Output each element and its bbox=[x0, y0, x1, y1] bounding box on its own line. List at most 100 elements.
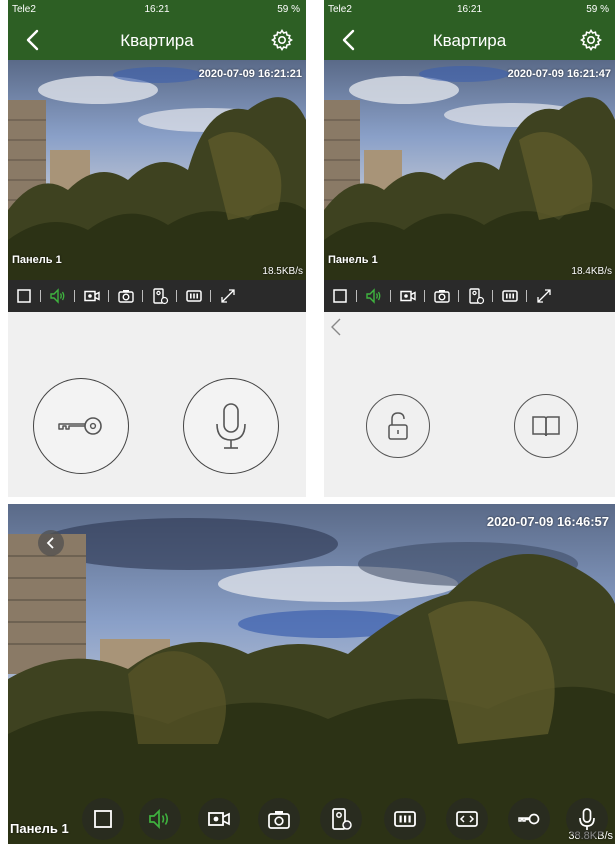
actions-area bbox=[8, 312, 306, 497]
key-unlock-icon bbox=[58, 417, 102, 435]
intercom-panel-icon bbox=[152, 288, 168, 305]
stream-quality-button[interactable] bbox=[384, 798, 426, 840]
fit-screen-icon bbox=[456, 811, 478, 827]
header-bar: Tele2 16:21 59 % Квартира bbox=[8, 0, 306, 60]
call-log-button[interactable] bbox=[514, 394, 578, 458]
stream-quality-button[interactable] bbox=[496, 280, 523, 312]
phone-screen-right: Tele2 16:21 59 % Квартира 2020-07-09 16:… bbox=[324, 0, 615, 497]
toolbar-divider bbox=[492, 290, 493, 302]
chevron-left-icon bbox=[46, 537, 54, 549]
intercom-panel-icon bbox=[468, 288, 484, 305]
intercom-panel-icon bbox=[332, 808, 352, 830]
intercom-panel-button[interactable] bbox=[320, 798, 362, 840]
intercom-panel-button[interactable] bbox=[146, 280, 173, 312]
camera-video-feed[interactable]: 2020-07-09 16:21:47 Панель 1 18.4KB/s bbox=[324, 60, 615, 280]
video-toolbar bbox=[324, 280, 615, 312]
intercom-panel-button[interactable] bbox=[462, 280, 489, 312]
video-toolbar bbox=[8, 280, 306, 312]
toolbar-divider bbox=[424, 290, 425, 302]
record-button[interactable] bbox=[394, 280, 421, 312]
record-button[interactable] bbox=[198, 798, 240, 840]
camera-video-feed[interactable]: 2020-07-09 16:21:21 Панель 1 18.5KB/s bbox=[8, 60, 306, 280]
stream-quality-icon bbox=[394, 811, 416, 827]
snapshot-camera-icon bbox=[268, 811, 290, 829]
book-icon bbox=[532, 416, 560, 437]
stream-speed: 18.5KB/s bbox=[262, 266, 303, 277]
speaker-button[interactable] bbox=[139, 798, 181, 840]
toolbar-divider bbox=[40, 290, 41, 302]
expand-icon bbox=[536, 289, 551, 303]
record-button[interactable] bbox=[78, 280, 105, 312]
snapshot-button[interactable] bbox=[258, 798, 300, 840]
toolbar-divider bbox=[356, 290, 357, 302]
status-bar: Tele2 16:21 59 % bbox=[8, 0, 306, 20]
gear-icon[interactable] bbox=[579, 28, 603, 52]
speaker-button[interactable] bbox=[44, 280, 71, 312]
snapshot-button[interactable] bbox=[112, 280, 139, 312]
toolbar-divider bbox=[74, 290, 75, 302]
fit-screen-button[interactable] bbox=[446, 798, 488, 840]
toolbar-divider bbox=[210, 290, 211, 302]
battery-level: 59 % bbox=[277, 4, 300, 15]
video-timestamp: 2020-07-09 16:21:21 bbox=[198, 68, 302, 80]
camera-panel-label: Панель 1 bbox=[10, 821, 69, 836]
microphone-button[interactable] bbox=[566, 798, 608, 840]
record-video-icon bbox=[208, 812, 230, 826]
speaker-icon bbox=[49, 288, 64, 304]
fullscreen-square-button[interactable] bbox=[326, 280, 353, 312]
stream-quality-icon bbox=[501, 290, 518, 302]
stream-speed: 18.4KB/s bbox=[571, 266, 612, 277]
collapse-arrow-icon[interactable] bbox=[328, 316, 344, 338]
video-frame-image bbox=[8, 60, 306, 280]
gear-icon[interactable] bbox=[270, 28, 294, 52]
fullscreen-square-button[interactable] bbox=[10, 280, 37, 312]
toolbar-divider bbox=[526, 290, 527, 302]
video-timestamp: 2020-07-09 16:46:57 bbox=[486, 514, 609, 529]
landscape-video-view[interactable]: 2020-07-09 16:46:57 Панель 1 38.8KB/s bbox=[8, 504, 615, 844]
exit-fullscreen-button[interactable] bbox=[38, 530, 64, 556]
status-time: 16:21 bbox=[144, 4, 170, 15]
record-video-icon bbox=[399, 290, 416, 302]
key-unlock-icon bbox=[518, 813, 540, 825]
snapshot-camera-icon bbox=[117, 290, 134, 303]
speaker-icon bbox=[365, 288, 380, 304]
open-door-key-button[interactable] bbox=[508, 798, 550, 840]
microphone-icon bbox=[216, 403, 246, 449]
screenshot-collage: Tele2 16:21 59 % Квартира 2020-07-09 16:… bbox=[0, 0, 615, 844]
battery-level: 59 % bbox=[586, 4, 609, 15]
status-bar: Tele2 16:21 59 % bbox=[324, 0, 615, 20]
header-bar: Tele2 16:21 59 % Квартира bbox=[324, 0, 615, 60]
fullscreen-square-icon bbox=[16, 289, 31, 303]
toolbar-divider bbox=[390, 290, 391, 302]
open-door-key-button[interactable] bbox=[33, 378, 129, 474]
expand-button[interactable] bbox=[530, 280, 557, 312]
record-video-icon bbox=[83, 290, 100, 302]
camera-panel-label: Панель 1 bbox=[12, 254, 62, 266]
snapshot-camera-icon bbox=[433, 290, 450, 303]
video-frame-image bbox=[8, 504, 615, 844]
video-frame-image bbox=[324, 60, 615, 280]
fullscreen-square-button[interactable] bbox=[82, 798, 124, 840]
fullscreen-square-icon bbox=[332, 289, 347, 303]
microphone-icon bbox=[579, 808, 595, 830]
actions-area bbox=[324, 312, 615, 497]
speaker-button[interactable] bbox=[360, 280, 387, 312]
unlock-button[interactable] bbox=[366, 394, 430, 458]
fullscreen-square-icon bbox=[94, 810, 112, 828]
snapshot-button[interactable] bbox=[428, 280, 455, 312]
toolbar-divider bbox=[458, 290, 459, 302]
video-timestamp: 2020-07-09 16:21:47 bbox=[507, 68, 611, 80]
microphone-button[interactable] bbox=[183, 378, 279, 474]
toolbar-divider bbox=[176, 290, 177, 302]
expand-button[interactable] bbox=[214, 280, 241, 312]
speaker-icon bbox=[149, 808, 169, 830]
phone-screen-left: Tele2 16:21 59 % Квартира 2020-07-09 16:… bbox=[8, 0, 306, 497]
stream-quality-button[interactable] bbox=[180, 280, 207, 312]
status-time: 16:21 bbox=[456, 4, 483, 15]
toolbar-divider bbox=[142, 290, 143, 302]
toolbar-divider bbox=[108, 290, 109, 302]
page-title: Квартира bbox=[120, 31, 194, 50]
padlock-open-icon bbox=[388, 412, 408, 440]
stream-quality-icon bbox=[185, 290, 202, 302]
expand-icon bbox=[220, 289, 235, 303]
